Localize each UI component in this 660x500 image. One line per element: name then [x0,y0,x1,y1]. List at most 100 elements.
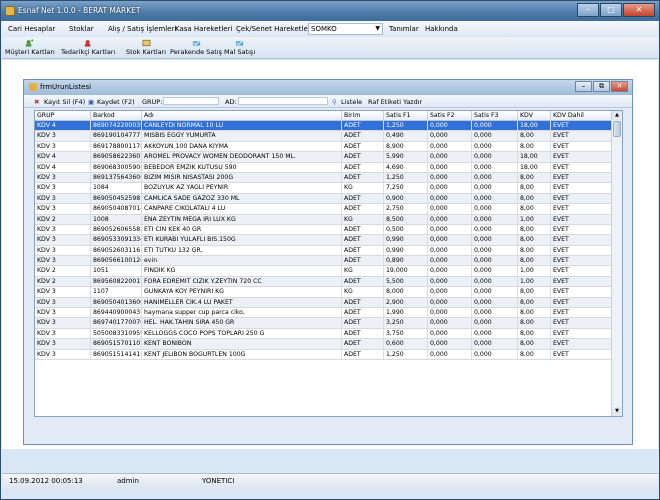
table-row[interactable]: KDV 3 1107 GUNKAYA KOY PEYNIRI KG KG 8,000 0,… [35,287,612,298]
column-header[interactable]: Birim [342,111,384,121]
table-row[interactable]: KDV 3 8691788001178 AKKOYUN 100 DANA KIYMA… [35,141,612,153]
table-row[interactable]: KDV 3 5050083310959 KELLOGGS COCO POPS TOP… [35,328,612,340]
menu-kasa-hareketleri[interactable]: Kasa Hareketleri [175,25,232,33]
musteri-kartlari-button[interactable]: Müşteri Kartları [5,39,55,56]
listele-button[interactable]: Listele [341,98,362,106]
table-cell: ETI KURABI YULAFLI BIS.150G [142,235,342,246]
table-cell: EVET [551,121,612,132]
table-row[interactable]: KDV 3 8690526031161 ETI TUTKU 132 GR, ADET 0… [35,245,612,257]
table-cell: KENT BONIBON [142,339,342,350]
menu-tanimlar[interactable]: Tanımlar [389,25,419,33]
table-cell: 8690526065582 [91,224,142,236]
table-cell: 8690526031161 [91,245,142,257]
table-cell: EVET [551,224,612,236]
mal-satisi-button[interactable]: Mal Satışı [224,39,255,56]
table-row[interactable]: KDV 4 8690683005908 BEBEDOR EMZIK KUTUSU 5… [35,162,612,173]
table-row[interactable]: KDV 3 8690515141415 KENT JELIBON BOGURTLEN… [35,349,612,360]
table-cell: ADET [342,121,384,132]
table-row[interactable]: KDV 2 1008 ENA ZEYTIN MEGA IRI LUX KG KG 8,5… [35,214,612,225]
table-row[interactable]: KDV 4 8690586223607 AROMEL PROVACY WOMEN D… [35,152,612,163]
table-row[interactable]: KDV 3 8690515701107 KENT BONIBON ADET 0,600 0… [35,339,612,350]
column-header[interactable]: KDV Dahil [551,111,612,121]
column-header[interactable]: Satis F2 [428,111,472,121]
table-row[interactable]: KDV 3 8690566100126 evin ADET 0,890 0,000 0,00… [35,256,612,267]
menu-alis-satis[interactable]: Alış / Satış İşlemleri [108,25,176,33]
table-row[interactable]: KDV 2 8695608220015 FORA EDREMIT CIZIK Y.Z… [35,276,612,288]
table-row[interactable]: KDV 2 1051 FINDIK KG KG 19,000 0,000 0,000 1,00… [35,266,612,277]
table-cell: 0,000 [472,276,518,288]
table-cell: 8697401770070 [91,318,142,329]
table-row[interactable]: KDV 3 8691375643606 BIZIM MISIR NISASTASI … [35,172,612,184]
column-header[interactable]: GRUP [35,111,91,121]
table-cell: 0,000 [428,287,472,298]
child-close-button[interactable]: ✕ [611,81,628,92]
company-select[interactable]: SOMKO ▼ [308,23,383,35]
column-header[interactable]: Adı [142,111,342,121]
vertical-scrollbar[interactable]: ▲ ▼ [611,111,622,416]
table-cell: 8690504087014 [91,204,142,215]
child-minimize-button[interactable]: – [575,81,592,92]
ad-input[interactable] [238,97,328,105]
table-cell: 0,000 [472,318,518,329]
close-button[interactable]: ✕ [623,3,655,17]
table-cell: ADET [342,162,384,173]
kayit-sil-button[interactable]: Kayıt Sil (F4) [44,98,85,106]
table-row[interactable]: KDV 3 8690526065582 ETI CIN KEK 40 GR ADET 0… [35,224,612,236]
table-cell: 8690683005908 [91,162,142,173]
table-row[interactable]: KDV 3 8690533091334 ETI KURABI YULAFLI BIS… [35,235,612,246]
kaydet-button[interactable]: Kaydet (F2) [97,98,135,106]
table-row[interactable]: KDV 3 8690504087014 CANPARE CIKOLATALI 4 L… [35,204,612,215]
column-header[interactable]: Barkod [91,111,142,121]
table-cell: ADET [342,152,384,163]
table-cell: 8,00 [518,131,551,142]
add-user-icon [26,39,34,47]
raf-etiketi-yazdir-button[interactable]: Raf Etiketi Yazdır [368,98,422,106]
main-toolbar: Müşteri Kartları Tedarikçi Kartları Stok… [2,37,658,59]
ad-label: AD: [225,98,237,106]
scroll-thumb[interactable] [613,121,621,137]
table-cell: KDV 3 [35,183,91,194]
product-grid[interactable]: GRUP Barkod Adı Birim Satis F1 Satis F2 Satis … [34,110,623,417]
table-row[interactable]: KDV 3 8690504525981 CAMLICA SADE GAZOZ 330… [35,193,612,205]
table-cell: EVET [551,152,612,163]
table-cell: 0,000 [428,245,472,257]
table-cell: KDV 3 [35,308,91,319]
table-cell: EVET [551,193,612,205]
menu-cek-senet[interactable]: Çek/Senet Hareketleri [236,25,313,33]
column-header[interactable]: Satis F3 [472,111,518,121]
child-title: frmUrunListesi [40,83,92,91]
stok-kartlari-button[interactable]: Stok Kartları [126,39,166,56]
table-cell: 0,990 [384,245,428,257]
table-cell: KDV 3 [35,131,91,142]
perakende-satis-button[interactable]: Perakende Satış [170,39,222,56]
tedarikci-kartlari-button[interactable]: Tedarikçi Kartları [61,39,115,56]
table-row[interactable]: KDV 3 8697401770070 HEL. HAK.TAHIN SIRA 45… [35,318,612,329]
menu-stoklar[interactable]: Stoklar [69,25,94,33]
grup-select[interactable] [163,97,219,105]
title-bar: Esnaf Net 1.0.0 - BERAT MARKET – □ ✕ [1,1,659,21]
table-row[interactable]: KDV 3 8694409000437 haymana supper cup par… [35,308,612,319]
table-cell: 5,500 [384,276,428,288]
table-row[interactable]: KDV 3 8691901047771 MISBIS EGGY YUMURTA ADE… [35,131,612,142]
menu-hakkinda[interactable]: Hakkında [425,25,458,33]
table-cell: 8,00 [518,328,551,340]
scroll-down-icon[interactable]: ▼ [612,407,622,416]
scroll-up-icon[interactable]: ▲ [612,111,622,120]
menu-cari-hesaplar[interactable]: Cari Hesaplar [8,25,55,33]
table-cell: KDV 3 [35,287,91,298]
table-row[interactable]: KDV 3 8690504013600 HANIMELLER CIK.4 LU PA… [35,297,612,309]
table-cell: 1,00 [518,276,551,288]
child-restore-button[interactable]: ⧉ [593,81,610,92]
column-header[interactable]: KDV [518,111,551,121]
table-cell: FORA EDREMIT CIZIK Y.ZEYTIN 720 CC [142,276,342,288]
table-cell: 0,000 [428,141,472,153]
column-header[interactable]: Satis F1 [384,111,428,121]
table-cell: EVET [551,349,612,360]
maximize-button[interactable]: □ [600,3,622,17]
status-user: admin [117,477,139,485]
table-cell: KDV 2 [35,266,91,277]
minimize-button[interactable]: – [577,3,599,17]
table-row[interactable]: KDV 3 1084 BOZUYUK AZ YAGLI PEYNIR KG 7,250 0… [35,183,612,194]
table-row[interactable]: KDV 4 8690742200039 CANLEYDI NORMAL 10 LU A… [35,121,612,132]
form-icon [29,83,37,91]
